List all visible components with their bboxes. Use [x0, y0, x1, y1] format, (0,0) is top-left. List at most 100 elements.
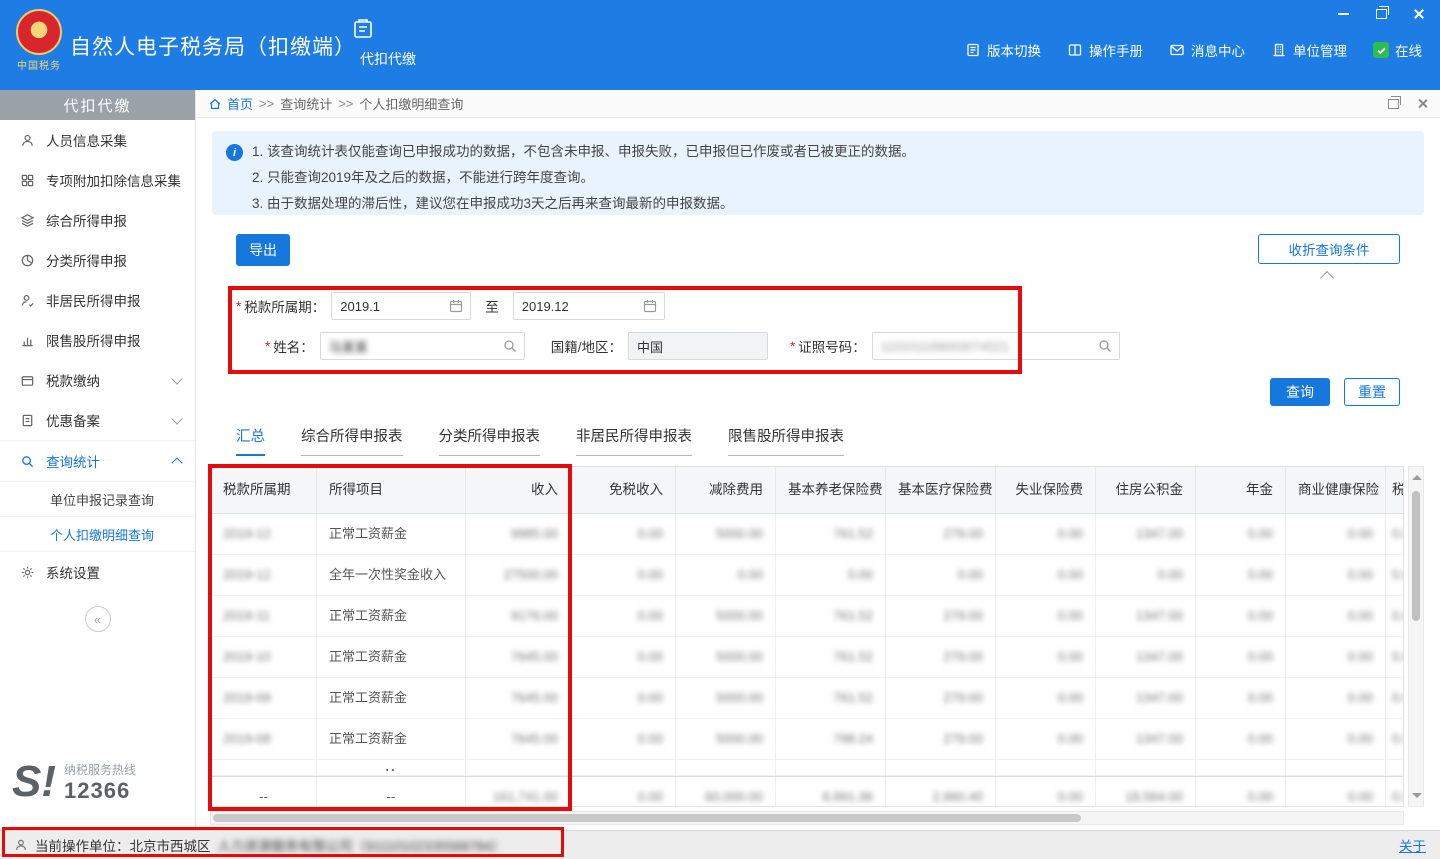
cell-medical: 0.00	[886, 555, 996, 595]
breadcrumb-level2: 查询统计	[280, 94, 332, 113]
to-label: 至	[485, 296, 499, 316]
scroll-up-arrow-icon[interactable]	[1412, 475, 1422, 480]
module-tab-withholding[interactable]: 代扣代缴	[350, 16, 426, 69]
table-row[interactable]: 2019-11 正常工资薪金 9176.00 0.00 5000.00 761.…	[211, 596, 1404, 637]
table-row[interactable]: 2019-12 全年一次性奖金收入 27500.00 0.00 0.00 0.0…	[211, 555, 1404, 596]
cell-taxfree: 0.00	[571, 678, 676, 718]
calendar-icon[interactable]	[642, 298, 658, 314]
cell-income: 7645.00	[466, 678, 571, 718]
sidebar-item-classified-income[interactable]: 分类所得申报	[0, 240, 195, 280]
tab-classified-income[interactable]: 分类所得申报表	[439, 425, 541, 456]
online-status[interactable]: 在线	[1373, 40, 1422, 60]
cell-pension: 0.00	[776, 555, 886, 595]
window-minimize-button[interactable]	[1332, 6, 1354, 22]
table-row[interactable]: 2019-08 正常工资薪金 7645.00 0.00 5000.00 798.…	[211, 719, 1404, 760]
required-mark: *	[790, 339, 795, 354]
document-icon	[20, 413, 35, 428]
cell-income-item: 正常工资薪金	[317, 514, 466, 554]
period-label: 税款所属期：	[244, 296, 325, 316]
search-icon[interactable]	[1097, 338, 1113, 354]
cell-unemployment: 0.00	[996, 596, 1096, 636]
id-number-field[interactable]: 110101199003074521	[872, 332, 1120, 360]
chevron-up-icon	[171, 457, 182, 468]
vertical-scrollbar[interactable]	[1408, 466, 1424, 807]
manual-icon	[1067, 42, 1083, 58]
sidebar-collapse-button[interactable]: «	[85, 606, 111, 632]
col-header-deduction: 减除费用	[676, 467, 776, 513]
app-title: 自然人电子税务局（扣缴端）	[70, 31, 356, 61]
col-header-tax-partial: 税	[1386, 467, 1404, 513]
cell-income-item: 正常工资薪金	[317, 678, 466, 718]
table-total-row: -- -- 161,741.00 0.00 60,000.00 8,991.36…	[211, 776, 1404, 807]
calendar-icon[interactable]	[448, 298, 464, 314]
app-window: 中国税务 自然人电子税务局（扣缴端） 代扣代缴 版本切换	[0, 0, 1440, 859]
org-management-link[interactable]: 单位管理	[1271, 40, 1347, 60]
period-to-field[interactable]	[513, 292, 665, 320]
panel-restore-icon[interactable]	[1388, 99, 1399, 109]
name-field[interactable]: 马某某	[320, 332, 525, 360]
vertical-scrollbar-thumb[interactable]	[1412, 491, 1420, 621]
cell-commercial-health: 0.00	[1286, 719, 1386, 759]
id-number-label: 证照号码：	[798, 336, 866, 356]
total-deduction: 60,000.00	[676, 777, 776, 807]
collapse-filters-button[interactable]: 收折查询条件	[1258, 234, 1400, 264]
tab-nonresident-income[interactable]: 非居民所得申报表	[576, 425, 692, 456]
header-links: 版本切换 操作手册 消息中心	[965, 40, 1422, 60]
cell-period: 2019-11	[211, 596, 317, 636]
total-tax-partial: 0.00	[1386, 777, 1404, 807]
scroll-down-arrow-icon[interactable]	[1412, 793, 1422, 798]
sidebar-item-preference-record[interactable]: 优惠备案	[0, 400, 195, 440]
cell-medical: 279.00	[886, 637, 996, 677]
col-header-income-item: 所得项目	[317, 467, 466, 513]
panel-controls	[1388, 98, 1428, 109]
operator-icon	[14, 838, 28, 852]
horizontal-scrollbar[interactable]	[210, 811, 1404, 825]
table-header-row: 税款所属期 所得项目 收入 免税收入 减除费用 基本养老保险费 基本医疗保险费 …	[211, 467, 1404, 514]
sidebar-item-nonresident-income[interactable]: 非居民所得申报	[0, 280, 195, 320]
tab-summary[interactable]: 汇总	[236, 425, 265, 456]
results-table: 税款所属期 所得项目 收入 免税收入 减除费用 基本养老保险费 基本医疗保险费 …	[210, 466, 1404, 807]
sidebar-subitem-personal-withholding-detail-query[interactable]: 个人扣缴明细查询	[0, 516, 195, 551]
query-button[interactable]: 查询	[1270, 378, 1330, 406]
cell-housing-fund: 1347.00	[1096, 637, 1196, 677]
table-row[interactable]: 2019-12 正常工资薪金 9985.00 0.00 5000.00 761.…	[211, 514, 1404, 555]
sidebar-subitem-unit-declaration-query[interactable]: 单位申报记录查询	[0, 481, 195, 516]
table-row[interactable]: 2019-09 正常工资薪金 7645.00 0.00 5000.00 761.…	[211, 678, 1404, 719]
sidebar-item-special-deduction[interactable]: 专项附加扣除信息采集	[0, 160, 195, 200]
sidebar-item-query-statistics[interactable]: 查询统计	[0, 440, 195, 481]
nationality-input[interactable]	[629, 334, 767, 358]
reset-button[interactable]: 重置	[1344, 378, 1400, 406]
cell-period: 2019-12	[211, 514, 317, 554]
tab-restricted-shares[interactable]: 限售股所得申报表	[728, 425, 844, 456]
sidebar-item-comprehensive-income[interactable]: 综合所得申报	[0, 200, 195, 240]
sidebar-item-personnel-info[interactable]: 人员信息采集	[0, 120, 195, 160]
window-close-button[interactable]	[1408, 6, 1430, 22]
breadcrumb-home-link[interactable]: 首页	[208, 94, 253, 113]
logo-text: 中国税务	[10, 57, 68, 72]
sidebar-item-restricted-shares[interactable]: 限售股所得申报	[0, 320, 195, 360]
total-income-item: --	[317, 777, 466, 807]
nationality-field[interactable]	[628, 332, 768, 360]
manual-link[interactable]: 操作手册	[1067, 40, 1143, 60]
horizontal-scrollbar-thumb[interactable]	[213, 814, 1081, 822]
period-from-field[interactable]	[331, 292, 471, 320]
panel-close-icon[interactable]	[1417, 98, 1428, 109]
cell-housing-fund: 1347.00	[1096, 514, 1196, 554]
chevron-down-icon	[171, 413, 182, 424]
search-icon[interactable]	[502, 338, 518, 354]
sidebar-item-system-settings[interactable]: 系统设置	[0, 551, 195, 592]
window-restore-button[interactable]	[1370, 6, 1392, 22]
tab-comprehensive-income[interactable]: 综合所得申报表	[301, 425, 403, 456]
export-button[interactable]: 导出	[236, 234, 290, 266]
total-unemployment: 0.00	[996, 777, 1096, 807]
notice-line-3: 3. 由于数据处理的滞后性，建议您在申报成功3天之后再来查询最新的申报数据。	[252, 191, 1408, 217]
app-header: 中国税务 自然人电子税务局（扣缴端） 代扣代缴 版本切换	[0, 0, 1440, 90]
about-link[interactable]: 关于	[1399, 835, 1426, 855]
col-header-commercial-health: 商业健康保险	[1286, 467, 1386, 513]
sidebar-item-tax-payment[interactable]: 税款缴纳	[0, 360, 195, 400]
table-row[interactable]: 2019-10 正常工资薪金 7645.00 0.00 5000.00 761.…	[211, 637, 1404, 678]
message-center-link[interactable]: 消息中心	[1169, 40, 1245, 60]
version-switch-link[interactable]: 版本切换	[965, 40, 1041, 60]
total-taxfree: 0.00	[571, 777, 676, 807]
col-header-period: 税款所属期	[211, 467, 317, 513]
